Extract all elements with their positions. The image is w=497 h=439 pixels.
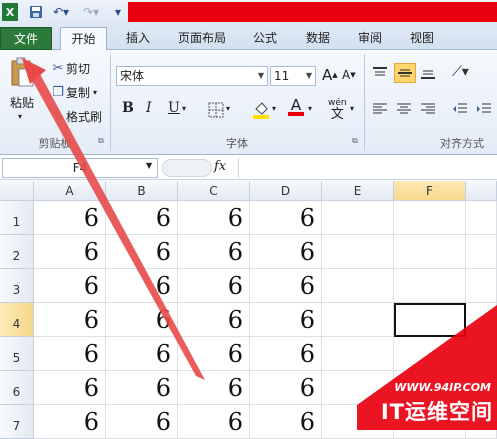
watermark: WWW.94IP.COM IT运维空间 xyxy=(357,305,497,430)
arrow-shaft xyxy=(31,74,205,380)
watermark-url: WWW.94IP.COM xyxy=(394,381,491,394)
watermark-brand: IT运维空间 xyxy=(380,400,493,424)
